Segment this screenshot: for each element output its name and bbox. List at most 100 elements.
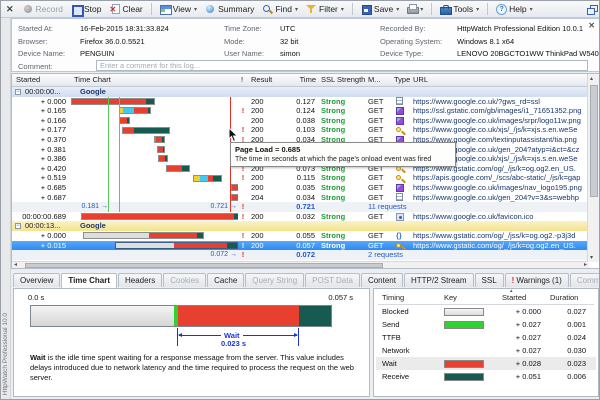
tab-ssl[interactable]: SSL bbox=[475, 273, 504, 287]
collapse-icon[interactable]: − bbox=[15, 89, 21, 95]
column-header-method[interactable]: M... bbox=[368, 75, 381, 84]
request-time: 0.032 bbox=[270, 212, 315, 222]
toolbar-tools-button[interactable]: Tools▾ bbox=[437, 3, 482, 15]
request-started: + 0.166 bbox=[12, 116, 66, 126]
toolbar-filter-button[interactable]: Filter▾ bbox=[303, 3, 347, 15]
comment-input[interactable] bbox=[96, 60, 588, 71]
started-col-header[interactable]: Started bbox=[502, 293, 526, 302]
time-chart-bar bbox=[83, 232, 204, 239]
toolbar-stop-button[interactable]: Stop bbox=[68, 3, 105, 15]
column-header-result[interactable]: Result bbox=[251, 75, 272, 84]
column-header-type[interactable]: Type bbox=[394, 75, 410, 84]
scroll-right-icon[interactable]: ▸ bbox=[584, 262, 587, 269]
warning-icon: ! bbox=[238, 250, 248, 260]
timing-key-swatch bbox=[444, 360, 484, 368]
column-header-warn[interactable]: ! bbox=[241, 75, 243, 84]
horizontal-scrollbar[interactable]: ◂ ▸ bbox=[12, 261, 589, 269]
request-row[interactable]: + 0.165!2000.124StrongGEThttps://ssl.gst… bbox=[12, 106, 589, 116]
column-header-url[interactable]: URL bbox=[413, 75, 428, 84]
toolbar-help-label: Help bbox=[509, 4, 526, 14]
tab-overview[interactable]: Overview bbox=[13, 273, 60, 287]
request-url: https://www.google.co.uk/xjs/_/js/k=xjs.… bbox=[413, 125, 589, 135]
bar-segment-wait bbox=[72, 99, 146, 104]
column-header-started[interactable]: Started bbox=[16, 75, 40, 84]
page-group-row[interactable]: −00:00:13...Google bbox=[12, 221, 589, 231]
toolbar-save-button[interactable]: Save▾ bbox=[358, 3, 402, 15]
column-header-time[interactable]: Time bbox=[276, 75, 316, 84]
bar-segment-receive bbox=[227, 243, 237, 248]
request-time-chart bbox=[70, 212, 238, 222]
timing-bar-blocked bbox=[31, 306, 174, 326]
request-row[interactable]: + 0.1662000.038StrongGEThttps://www.goog… bbox=[12, 116, 589, 126]
column-header-ssl[interactable]: SSL Strength bbox=[321, 75, 365, 84]
tab-label: Overview bbox=[20, 276, 53, 285]
record-icon bbox=[23, 4, 33, 14]
column-header-chart[interactable]: Time Chart bbox=[74, 75, 111, 84]
toolbar-find-button[interactable]: Find▾ bbox=[259, 3, 301, 15]
request-row[interactable]: + 0.177!2000.103StrongGEThttps://www.goo… bbox=[12, 125, 589, 135]
request-started: + 0.015 bbox=[12, 241, 66, 251]
page-group-row[interactable]: −00:00:00...Google bbox=[12, 87, 589, 97]
toolbar-clear-label: Clear bbox=[122, 4, 142, 14]
user-name-label: User Name: bbox=[224, 49, 264, 58]
timing-table-panel: Timing Key Started ▴ Duration Blocked+ 0… bbox=[373, 288, 599, 397]
stop-icon bbox=[71, 4, 81, 14]
info-close-icon[interactable]: ✕ bbox=[588, 21, 595, 30]
scroll-up-icon[interactable]: ▴ bbox=[590, 75, 593, 82]
tab-headers[interactable]: Headers bbox=[118, 273, 162, 287]
toolbar-clear-button[interactable]: Clear bbox=[106, 3, 145, 15]
warning-icon: ! bbox=[238, 106, 248, 116]
request-row[interactable]: + 0.000!2000.055StrongGET{}https://www.g… bbox=[12, 231, 589, 241]
tab-time-chart[interactable]: Time Chart bbox=[61, 273, 117, 288]
toolbar-summary-button[interactable]: Summary bbox=[202, 3, 257, 15]
time-chart-bar bbox=[119, 117, 130, 124]
page-summary-row[interactable]: 0.181 →0.721 →!0.72111 requests bbox=[12, 202, 589, 212]
main-toolbar: ✕RecordStopClearView▾SummaryFind▾Filter▾… bbox=[1, 1, 600, 18]
request-url: https://apis.google.com/_/scs/abc-static… bbox=[413, 173, 589, 183]
detail-tabs: OverviewTime ChartHeadersCookiesCacheQue… bbox=[11, 270, 600, 287]
wait-description-text: is the idle time spent waiting for a res… bbox=[30, 353, 354, 382]
request-row[interactable]: + 0.6872040.034StrongGEThttps://www.goog… bbox=[12, 193, 589, 203]
request-row[interactable]: + 0.519!2000.115StrongGEThttps://apis.go… bbox=[12, 173, 589, 183]
toolbar-view-button[interactable]: View▾ bbox=[157, 3, 200, 15]
window-restore-icon[interactable] bbox=[587, 4, 597, 14]
vertical-scrollbar[interactable]: ▴ ▾ bbox=[587, 74, 599, 262]
vertical-scroll-thumb[interactable] bbox=[590, 85, 598, 197]
device-name-label: Device Name: bbox=[18, 49, 65, 58]
bar-segment-receive bbox=[182, 166, 189, 171]
timing-key-swatch bbox=[444, 308, 484, 316]
request-row[interactable]: 00:00:00.689!2000.032StrongGEThttps://ww… bbox=[12, 212, 589, 222]
tab-label: POST Data bbox=[312, 276, 353, 285]
scroll-down-icon[interactable]: ▾ bbox=[590, 254, 593, 261]
collapse-icon[interactable]: − bbox=[15, 223, 21, 229]
request-row[interactable]: + 0.0002000.127StrongGEThttps://www.goog… bbox=[12, 97, 589, 107]
request-row[interactable]: + 0.015!2000.057StrongGEThttps://www.gst… bbox=[12, 241, 589, 251]
toolbar-help-button[interactable]: Help ▾ bbox=[493, 3, 536, 15]
summary-total-time: 0.072 bbox=[270, 250, 315, 260]
os-value: Windows 8.1 x64 bbox=[457, 37, 514, 46]
request-ssl-strength: Strong bbox=[321, 173, 366, 183]
bar-segment-wait bbox=[120, 118, 127, 123]
page-summary-row[interactable]: 0.072 →!0.0722 requests bbox=[12, 250, 589, 260]
httpwatch-window: ✕RecordStopClearView▾SummaryFind▾Filter▾… bbox=[0, 0, 600, 400]
horizontal-scroll-thumb[interactable] bbox=[25, 263, 383, 269]
chevron-down-icon: ▾ bbox=[295, 6, 298, 13]
toolbar-print-button[interactable]: ▾ bbox=[404, 3, 426, 15]
time-zone-value: UTC bbox=[280, 24, 295, 33]
request-type bbox=[396, 183, 410, 193]
request-type bbox=[396, 97, 410, 107]
request-row[interactable]: + 0.6852000.035StrongGEThttps://www.goog… bbox=[12, 183, 589, 193]
time-chart-bar bbox=[166, 165, 190, 172]
timing-duration: 0.006 bbox=[531, 370, 586, 383]
chevron-down-icon: ▾ bbox=[530, 6, 533, 13]
tab-cache[interactable]: Cache bbox=[207, 273, 244, 287]
tab-warnings-1-[interactable]: !Warnings (1) bbox=[505, 273, 569, 287]
scroll-left-icon[interactable]: ◂ bbox=[14, 262, 17, 269]
toolbar-tools-label: Tools bbox=[453, 4, 473, 14]
tab-http-2-stream[interactable]: HTTP/2 Stream bbox=[404, 273, 474, 287]
request-time-chart bbox=[70, 183, 238, 193]
help-icon bbox=[496, 4, 506, 14]
toolbar-close-icon[interactable]: ✕ bbox=[5, 4, 18, 15]
tab-content[interactable]: Content bbox=[361, 273, 403, 287]
timing-row-blocked: Blocked+ 0.0000.027 bbox=[376, 305, 596, 318]
